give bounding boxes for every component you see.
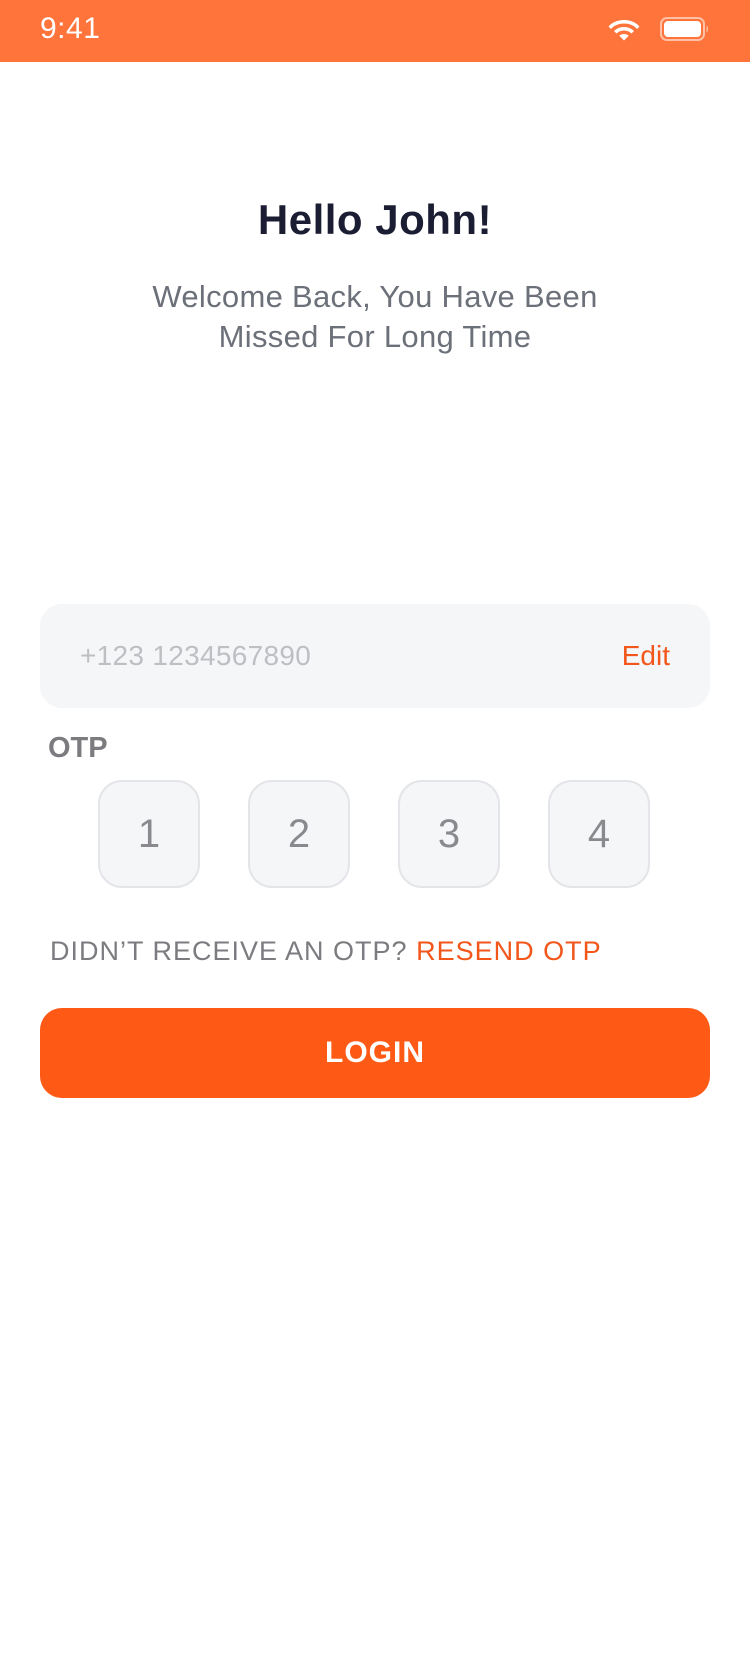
otp-input-group: 1 2 3 4 [98,780,650,888]
otp-digit-3[interactable]: 3 [398,780,500,888]
resend-prompt: DIDN’T RECEIVE AN OTP? [50,936,408,966]
otp-digit-4[interactable]: 4 [548,780,650,888]
greeting-subtitle: Welcome Back, You Have Been Missed For L… [152,279,598,354]
battery-icon [660,17,708,41]
status-time: 9:41 [40,12,101,45]
phone-field[interactable]: +123 1234567890 Edit [40,604,710,708]
otp-label: OTP [48,732,108,764]
phone-value: +123 1234567890 [80,640,312,671]
login-otp-screen: 9:41 Hello John! Welcome Back, You Have … [0,0,750,1672]
wifi-icon [608,20,640,41]
edit-phone-link[interactable]: Edit [622,640,670,672]
otp-digit-2[interactable]: 2 [248,780,350,888]
resend-row: DIDN’T RECEIVE AN OTP? RESEND OTP [50,936,602,967]
login-button[interactable]: LOGIN [40,1008,710,1098]
resend-otp-link[interactable]: RESEND OTP [416,936,602,966]
otp-digit-1[interactable]: 1 [98,780,200,888]
status-bar: 9:41 [0,0,750,62]
greeting-title: Hello John! [257,196,493,243]
